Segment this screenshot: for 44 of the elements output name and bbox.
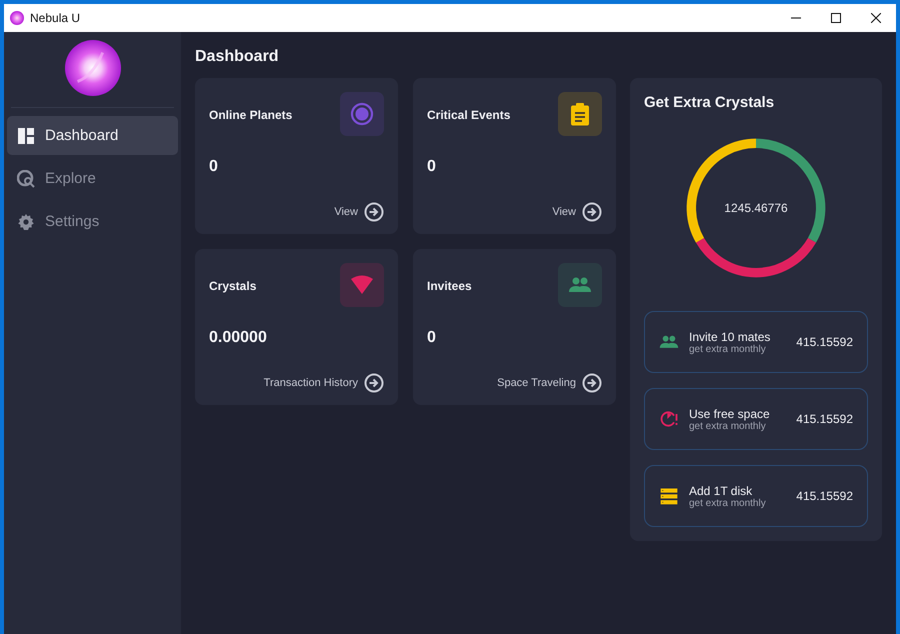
- sidebar-item[interactable]: Explore: [7, 159, 178, 198]
- card-value: 0: [427, 158, 437, 176]
- card-title: Online Planets: [209, 108, 292, 124]
- reward-item[interactable]: Use free space get extra monthly 415.15592: [644, 388, 868, 450]
- card-value: 0: [427, 329, 437, 347]
- arrow-circle-icon[interactable]: [582, 373, 602, 393]
- settings-icon: [17, 212, 35, 230]
- card-value: 0.00000: [209, 329, 268, 347]
- dashboard-icon: [17, 126, 35, 144]
- card-link[interactable]: View: [334, 206, 358, 218]
- sidebar-item[interactable]: Dashboard: [7, 116, 178, 155]
- reward-amount: 415.15592: [796, 412, 853, 426]
- reward-item[interactable]: Add 1T disk get extra monthly 415.15592: [644, 465, 868, 527]
- close-icon[interactable]: [871, 13, 881, 23]
- card-link[interactable]: View: [552, 206, 576, 218]
- donut-total: 1245.46776: [724, 201, 788, 215]
- page-title: Dashboard: [195, 48, 280, 66]
- reward-amount: 415.15592: [796, 489, 853, 503]
- reward-subtitle: get extra monthly: [689, 498, 767, 508]
- reward-item[interactable]: Invite 10 mates get extra monthly 415.15592: [644, 311, 868, 373]
- reward-title: Invite 10 mates: [689, 330, 772, 344]
- arrow-circle-icon[interactable]: [364, 202, 384, 222]
- window-title: Nebula U: [30, 11, 80, 25]
- app-icon: [10, 11, 24, 25]
- timer-alert-icon: [659, 409, 679, 429]
- sidebar-item[interactable]: Settings: [7, 202, 178, 241]
- nebula-logo: [64, 39, 122, 97]
- card-title: Critical Events: [427, 108, 510, 124]
- card-link[interactable]: Space Traveling: [497, 377, 576, 389]
- panel-title: Get Extra Crystals: [644, 94, 776, 111]
- card-value: 0: [209, 158, 219, 176]
- card-title: Crystals: [209, 279, 256, 295]
- arrow-circle-icon[interactable]: [364, 373, 384, 393]
- globe-search-icon: [17, 170, 35, 188]
- card-title: Invitees: [427, 279, 472, 295]
- server-icon: [659, 486, 679, 506]
- reward-subtitle: get extra monthly: [689, 344, 767, 354]
- reward-subtitle: get extra monthly: [689, 420, 766, 432]
- reward-title: Use free space: [689, 406, 771, 420]
- reward-amount: 415.15592: [796, 335, 853, 349]
- maximize-icon[interactable]: [831, 13, 841, 23]
- card-link[interactable]: Transaction History: [264, 377, 358, 389]
- reward-title: Add 1T disk: [689, 484, 754, 498]
- arrow-circle-icon[interactable]: [582, 202, 602, 222]
